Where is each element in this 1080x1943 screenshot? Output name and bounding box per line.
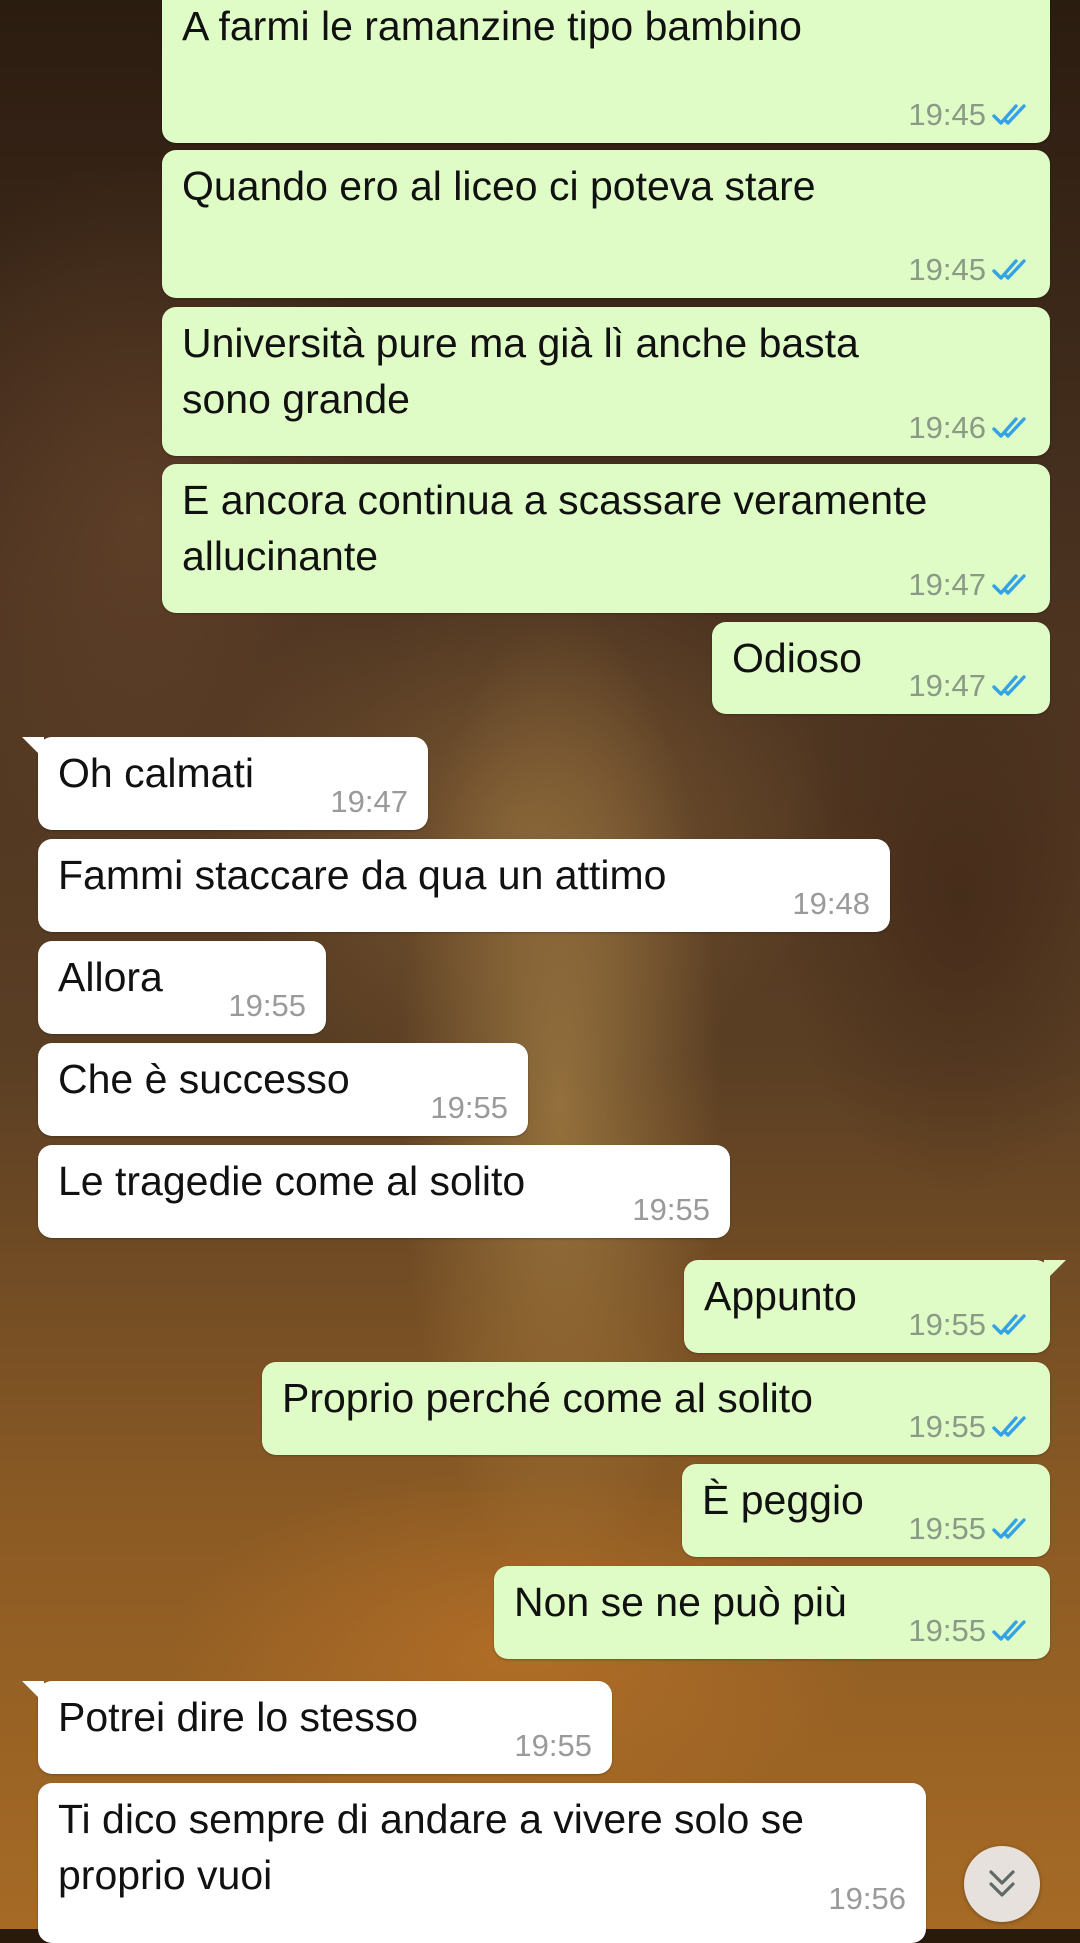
scroll-to-bottom-button[interactable] — [964, 1846, 1040, 1922]
message-time: 19:55 — [908, 1613, 986, 1648]
message-text: Fammi staccare da qua un attimo — [58, 852, 667, 898]
message-text: Oh calmati — [58, 750, 254, 796]
message-text: Le tragedie come al solito — [58, 1158, 526, 1204]
message-text: Appunto — [704, 1273, 857, 1319]
double-check-icon — [992, 675, 1026, 696]
message-outgoing[interactable]: Proprio perché come al solito 19:55 — [262, 1362, 1050, 1455]
message-text: Quando ero al liceo ci poteva stare — [182, 163, 816, 209]
message-time: 19:55 — [908, 1307, 986, 1342]
chevron-double-down-icon — [989, 1870, 1015, 1897]
message-outgoing[interactable]: È peggio 19:55 — [682, 1464, 1050, 1557]
bubble-tail — [22, 1681, 44, 1703]
message-time: 19:48 — [792, 886, 870, 921]
message-outgoing[interactable]: E ancora continua a scassare veramente a… — [162, 464, 1050, 613]
message-time: 19:55 — [514, 1728, 592, 1763]
message-meta: 19:45 — [908, 252, 1030, 288]
message-time: 19:55 — [908, 1511, 986, 1546]
message-text: Non se ne può più — [514, 1579, 847, 1625]
message-outgoing[interactable]: Odioso 19:47 — [712, 622, 1050, 714]
message-text: Ti dico sempre di andare a vivere solo s… — [58, 1796, 804, 1898]
message-time: 19:56 — [828, 1881, 906, 1916]
message-text: Potrei dire lo stesso — [58, 1694, 419, 1740]
message-time: 19:47 — [330, 784, 408, 819]
message-incoming[interactable]: Ti dico sempre di andare a vivere solo s… — [38, 1783, 926, 1943]
double-check-icon — [992, 574, 1026, 595]
message-time: 19:55 — [632, 1192, 710, 1227]
message-incoming[interactable]: Oh calmati 19:47 — [22, 737, 428, 830]
message-text: Odioso — [732, 635, 862, 681]
message-meta: 19:55 — [228, 988, 306, 1024]
bubble-tail — [1044, 1260, 1066, 1282]
message-time: 19:55 — [430, 1090, 508, 1125]
message-time: 19:55 — [228, 988, 306, 1023]
message-outgoing[interactable]: Appunto 19:55 — [684, 1260, 1066, 1353]
double-check-icon — [992, 417, 1026, 438]
message-outgoing[interactable]: Quando ero al liceo ci poteva stare 19:4… — [162, 150, 1050, 298]
message-meta: 19:55 — [908, 1409, 1030, 1445]
message-incoming[interactable]: Che è successo 19:55 — [38, 1043, 528, 1136]
double-check-icon — [992, 1620, 1026, 1641]
message-meta: 19:47 — [908, 567, 1030, 603]
message-text: A farmi le ramanzine tipo bambino — [182, 3, 802, 49]
message-incoming[interactable]: Allora 19:55 — [38, 941, 326, 1034]
message-incoming[interactable]: Le tragedie come al solito 19:55 — [38, 1145, 730, 1238]
message-text: E ancora continua a scassare veramente a… — [182, 477, 928, 579]
message-time: 19:45 — [908, 252, 986, 287]
message-meta: 19:45 — [908, 97, 1030, 133]
message-meta: 19:56 — [828, 1881, 906, 1917]
message-outgoing[interactable]: Non se ne può più 19:55 — [494, 1566, 1050, 1659]
message-meta: 19:55 — [632, 1192, 710, 1228]
double-check-icon — [992, 1416, 1026, 1437]
message-incoming[interactable]: Fammi staccare da qua un attimo 19:48 — [38, 839, 890, 932]
message-outgoing[interactable]: A farmi le ramanzine tipo bambino 19:45 — [162, 0, 1050, 143]
double-check-icon — [992, 1518, 1026, 1539]
double-check-icon — [992, 104, 1026, 125]
message-meta: 19:55 — [908, 1613, 1030, 1649]
double-check-icon — [992, 259, 1026, 280]
message-meta: 19:55 — [908, 1307, 1030, 1343]
message-time: 19:46 — [908, 410, 986, 445]
message-time: 19:55 — [908, 1409, 986, 1444]
message-time: 19:47 — [908, 668, 986, 703]
message-outgoing[interactable]: Università pure ma già lì anche basta so… — [162, 307, 1050, 456]
message-text: Che è successo — [58, 1056, 350, 1102]
message-incoming[interactable]: Potrei dire lo stesso 19:55 — [22, 1681, 612, 1774]
message-time: 19:47 — [908, 567, 986, 602]
message-meta: 19:46 — [908, 410, 1030, 446]
message-text: Allora — [58, 954, 163, 1000]
message-text: Proprio perché come al solito — [282, 1375, 813, 1421]
message-text: Università pure ma già lì anche basta so… — [182, 320, 859, 422]
message-meta: 19:55 — [514, 1728, 592, 1764]
message-meta: 19:48 — [792, 886, 870, 922]
message-meta: 19:55 — [908, 1511, 1030, 1547]
message-text: È peggio — [702, 1477, 864, 1523]
message-meta: 19:55 — [430, 1090, 508, 1126]
message-meta: 19:47 — [330, 784, 408, 820]
bubble-tail — [22, 737, 44, 759]
double-check-icon — [992, 1314, 1026, 1335]
message-meta: 19:47 — [908, 668, 1030, 704]
message-time: 19:45 — [908, 97, 986, 132]
